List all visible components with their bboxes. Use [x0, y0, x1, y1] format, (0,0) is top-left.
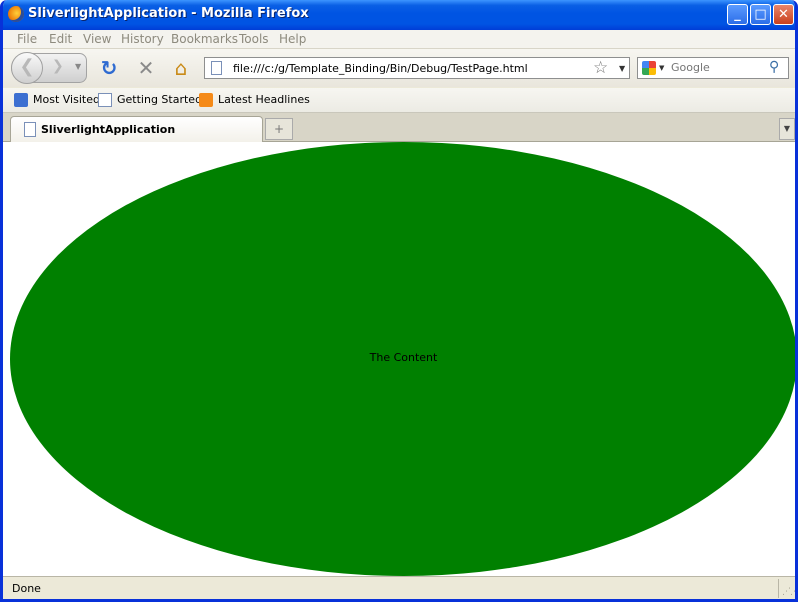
back-icon[interactable]: ❮: [11, 52, 43, 84]
url-dropdown-icon[interactable]: ▼: [619, 64, 625, 73]
search-icon[interactable]: ⚲: [769, 59, 779, 75]
google-engine-icon[interactable]: [642, 61, 656, 75]
menu-tools[interactable]: Tools: [239, 32, 269, 46]
menu-help[interactable]: Help: [279, 32, 306, 46]
status-bar: Done ⋰⋰: [3, 576, 795, 599]
search-box[interactable]: ▼ ⚲: [637, 57, 789, 79]
rss-feed-icon: [199, 93, 213, 107]
tab-bar: SliverlightApplication + ▼: [3, 113, 795, 142]
resize-grip-icon[interactable]: ⋰⋰: [782, 587, 795, 597]
window-title: SliverlightApplication - Mozilla Firefox: [28, 6, 309, 21]
bookmark-getting-started[interactable]: Getting Started: [98, 93, 202, 107]
green-ellipse: The Content: [10, 142, 795, 576]
menu-bookmarks[interactable]: Bookmarks: [171, 32, 238, 46]
status-separator: [778, 579, 779, 598]
minimize-button[interactable]: _: [727, 4, 748, 25]
tab-sliverlight-application[interactable]: SliverlightApplication: [10, 116, 263, 142]
back-forward-group: ❮ ❯ ▼: [11, 52, 87, 84]
address-bar[interactable]: file:///c:/g/Template_Binding/Bin/Debug/…: [204, 57, 630, 79]
menu-view[interactable]: View: [83, 32, 111, 46]
tab-list-dropdown-icon[interactable]: ▼: [779, 118, 795, 140]
most-visited-icon: [14, 93, 28, 107]
ellipse-content-text: The Content: [369, 351, 438, 364]
bookmark-star-icon[interactable]: ☆: [593, 58, 608, 78]
status-text: Done: [12, 582, 41, 595]
page-content: The Content: [3, 142, 795, 576]
bookmark-latest-headlines[interactable]: Latest Headlines: [199, 93, 310, 107]
engine-dropdown-icon[interactable]: ▼: [659, 64, 664, 72]
menu-history[interactable]: History: [121, 32, 164, 46]
tab-label: SliverlightApplication: [41, 123, 176, 136]
page-icon: [98, 93, 112, 107]
menu-file[interactable]: File: [17, 32, 37, 46]
home-icon[interactable]: ⌂: [170, 57, 192, 79]
menu-bar: File Edit View History Bookmarks Tools H…: [3, 30, 795, 49]
reload-icon[interactable]: ↻: [98, 57, 120, 79]
forward-icon[interactable]: ❯: [52, 58, 64, 74]
search-input[interactable]: [671, 61, 771, 74]
firefox-logo-icon: [8, 6, 24, 22]
page-icon: [211, 61, 222, 75]
title-bar[interactable]: SliverlightApplication - Mozilla Firefox…: [3, 0, 795, 30]
menu-edit[interactable]: Edit: [49, 32, 72, 46]
maximize-button[interactable]: □: [750, 4, 771, 25]
url-text[interactable]: file:///c:/g/Template_Binding/Bin/Debug/…: [233, 62, 528, 75]
bookmarks-toolbar: Most Visited Getting Started Latest Head…: [3, 88, 795, 113]
stop-icon[interactable]: ✕: [135, 57, 157, 79]
navigation-toolbar: ❮ ❯ ▼ ↻ ✕ ⌂ file:///c:/g/Template_Bindin…: [3, 49, 795, 87]
page-icon: [24, 122, 36, 137]
history-dropdown-icon[interactable]: ▼: [75, 62, 81, 71]
close-button[interactable]: ✕: [773, 4, 794, 25]
browser-window: SliverlightApplication - Mozilla Firefox…: [0, 0, 798, 602]
new-tab-button[interactable]: +: [265, 118, 293, 140]
bookmark-most-visited[interactable]: Most Visited: [14, 93, 100, 107]
